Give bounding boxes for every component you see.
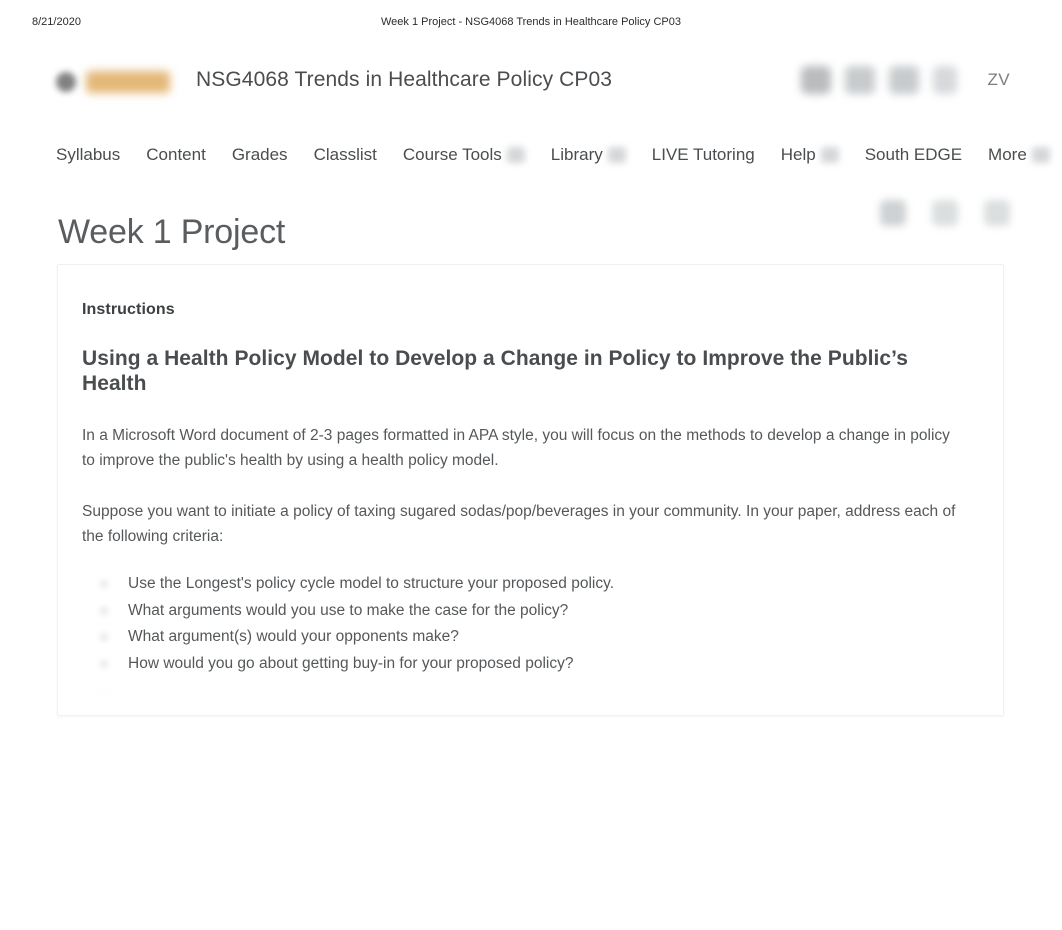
messages-icon[interactable] xyxy=(801,66,832,94)
list-item-label: What arguments would you use to make the… xyxy=(128,601,569,619)
nav-item-label: Content xyxy=(146,145,206,164)
institution-logo-icon xyxy=(56,72,76,92)
settings-icon[interactable] xyxy=(932,200,958,226)
chevron-down-icon xyxy=(820,147,839,163)
nav-item-content[interactable]: Content xyxy=(146,145,206,165)
page-title: Week 1 Project xyxy=(58,212,286,251)
list-item-label: What argument(s) would your opponents ma… xyxy=(128,628,459,646)
instructions-card: Instructions Using a Health Policy Model… xyxy=(57,264,1004,716)
nav-item-more[interactable]: More xyxy=(988,145,1050,165)
print-header: 8/21/2020 Week 1 Project - NSG4068 Trend… xyxy=(0,14,1062,34)
top-bar: NSG4068 Trends in Healthcare Policy CP03… xyxy=(0,48,1062,116)
list-item-label: How would you go about getting buy-in fo… xyxy=(128,654,574,672)
institution-wordmark-icon xyxy=(86,71,170,93)
navigation-items: Syllabus Content Grades Classlist Course… xyxy=(56,128,1062,182)
nav-item-grades[interactable]: Grades xyxy=(232,145,288,165)
instructions-card-body: Instructions Using a Health Policy Model… xyxy=(58,265,1003,698)
nav-item-help[interactable]: Help xyxy=(781,145,839,165)
nav-item-label: More xyxy=(988,145,1027,164)
nav-item-label: Help xyxy=(780,145,816,164)
list-item: How would you go about getting buy-in fo… xyxy=(82,651,963,678)
nav-item-label: Grades xyxy=(231,145,288,164)
nav-item-label: South EDGE xyxy=(864,145,963,164)
institution-logo[interactable] xyxy=(56,56,170,108)
nav-item-classlist[interactable]: Classlist xyxy=(314,145,377,165)
assignment-heading: Using a Health Policy Model to Develop a… xyxy=(82,347,908,395)
list-item-label: Use the Longest's policy cycle model to … xyxy=(128,574,614,592)
notifications-icon[interactable] xyxy=(889,66,920,94)
nav-item-syllabus[interactable]: Syllabus xyxy=(56,145,120,165)
nav-item-live-tutoring[interactable]: LIVE Tutoring xyxy=(652,145,755,165)
nav-item-label: Syllabus xyxy=(56,145,121,164)
user-initials[interactable]: ZV xyxy=(987,70,1010,90)
subscriptions-icon[interactable] xyxy=(845,66,876,94)
list-item: What argument(s) would your opponents ma… xyxy=(82,624,963,651)
more-options-icon[interactable] xyxy=(984,200,1010,226)
assignment-paragraph-2: Suppose you want to initiate a policy of… xyxy=(82,502,956,545)
bullet-icon xyxy=(100,633,108,642)
bullet-icon xyxy=(100,659,108,668)
chevron-down-icon xyxy=(607,147,626,163)
nav-item-label: Course Tools xyxy=(402,145,502,164)
page-action-group xyxy=(880,200,1010,226)
print-icon[interactable] xyxy=(880,200,906,226)
nav-item-label: Library xyxy=(550,145,603,164)
chevron-down-icon xyxy=(1031,147,1050,163)
criteria-list: Use the Longest's policy cycle model to … xyxy=(82,571,963,695)
page-header: Week 1 Project xyxy=(0,182,1062,251)
instructions-heading: Instructions xyxy=(82,301,175,318)
bullet-icon xyxy=(100,686,108,695)
chevron-down-icon xyxy=(506,147,525,163)
bullet-icon xyxy=(100,606,108,615)
main-navigation: Syllabus Content Grades Classlist Course… xyxy=(0,128,1062,182)
nav-item-label: LIVE Tutoring xyxy=(651,145,755,164)
topbar-icon-group: ZV xyxy=(801,66,1010,94)
profile-icon[interactable] xyxy=(933,66,958,94)
nav-item-library[interactable]: Library xyxy=(551,145,626,165)
list-item: Use the Longest's policy cycle model to … xyxy=(82,571,963,598)
print-document-title: Week 1 Project - NSG4068 Trends in Healt… xyxy=(381,16,681,28)
list-item: What arguments would you use to make the… xyxy=(82,598,963,625)
bullet-icon xyxy=(100,579,108,588)
nav-item-course-tools[interactable]: Course Tools xyxy=(403,145,525,165)
course-title: NSG4068 Trends in Healthcare Policy CP03 xyxy=(196,68,613,91)
assignment-paragraph-1: In a Microsoft Word document of 2-3 page… xyxy=(82,426,950,469)
nav-item-label: Classlist xyxy=(313,145,377,164)
nav-item-south-edge[interactable]: South EDGE xyxy=(865,145,962,165)
